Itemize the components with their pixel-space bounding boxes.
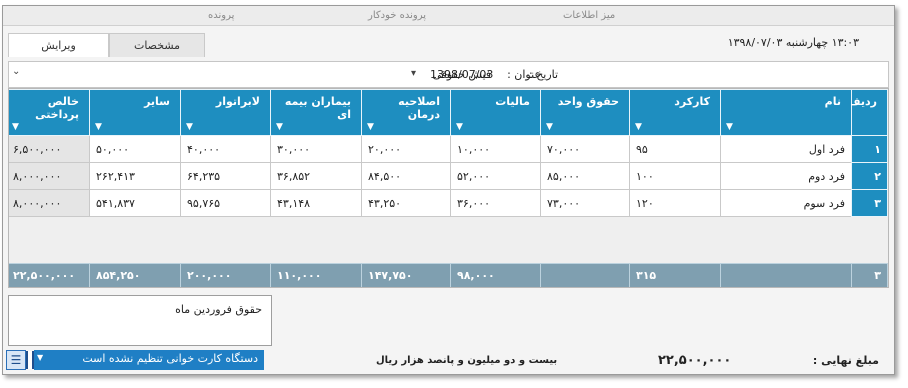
cell-name[interactable]: فرد دوم [720,162,852,190]
row-index: ۲ [851,162,888,190]
chevron-down-icon[interactable]: ⌄ [12,66,20,77]
cell-lab[interactable]: ۴۰,۰۰۰ [180,135,271,163]
cell-other[interactable]: ۵۰,۰۰۰ [89,135,181,163]
table-row[interactable]: ۱ فرد اول ۹۵ ۷۰,۰۰۰ ۱۰,۰۰۰ ۲۰,۰۰۰ ۳۰,۰۰۰… [9,135,888,163]
col-header-net-pay[interactable]: خالص پرداختی ▼ [9,89,90,136]
cell-name[interactable]: فرد اول [720,135,852,163]
chevron-down-icon[interactable]: ▼ [37,353,43,362]
date-dropdown-icon[interactable]: ▾ [411,68,416,79]
card-reader-status-text: دستگاه کارت خوانی تنظیم نشده است [82,352,258,365]
filter-icon[interactable]: ▼ [546,122,553,132]
cell-unit-salary[interactable]: ۷۰,۰۰۰ [540,135,630,163]
main-window: پرونده پرونده خودکار میز اطلاعات مشخصات … [2,5,895,375]
notes-textarea[interactable]: حقوق فروردین ماه [8,295,272,346]
menu-icon[interactable]: ☰ [6,350,26,370]
cell-name[interactable]: فرد سوم [720,189,852,217]
cell-insured-patients[interactable]: ۳۰,۰۰۰ [270,135,362,163]
card-reader-icon [26,351,34,369]
total-name [720,263,852,287]
filter-icon[interactable]: ▼ [367,122,374,132]
cell-net-pay: ۶,۵۰۰,۰۰۰ [9,135,90,163]
col-header-lab[interactable]: لابراتوار ▼ [180,89,271,136]
cell-tax[interactable]: ۱۰,۰۰۰ [450,135,541,163]
status-footer: مبلغ نهایی : ۲۲,۵۰۰,۰۰۰ بیست و دو میلیون… [3,350,894,372]
cell-treatment-adj[interactable]: ۸۴,۵۰۰ [361,162,451,190]
total-treatment-adj: ۱۴۷,۷۵۰ [361,263,451,287]
cell-treatment-adj[interactable]: ۴۳,۲۵۰ [361,189,451,217]
cell-net-pay: ۸,۰۰۰,۰۰۰ [9,189,90,217]
row-index: ۳ [851,189,888,217]
col-header-tax[interactable]: مالیات ▼ [450,89,541,136]
date-value[interactable]: 1398/07/03 [430,68,493,81]
col-header-workdays[interactable]: کارکرد ▼ [629,89,721,136]
row-index: ۱ [851,135,888,163]
top-tab-info-desk[interactable]: میز اطلاعات [563,10,615,21]
cell-workdays[interactable]: ۱۰۰ [629,162,721,190]
cell-tax[interactable]: ۵۲,۰۰۰ [450,162,541,190]
total-lab: ۲۰۰,۰۰۰ [180,263,271,287]
filter-icon[interactable]: ▼ [12,122,19,132]
tab-specs[interactable]: مشخصات [109,33,205,57]
salary-grid: ردیف نام ▼ کارکرد ▼ حقوق واحد ▼ مالیات ▼ اصل… [8,88,889,288]
empty-grid-area [9,217,888,263]
final-amount-value: ۲۲,۵۰۰,۰۰۰ [658,353,732,368]
col-header-name[interactable]: نام ▼ [720,89,852,136]
filter-icon[interactable]: ▼ [726,122,733,132]
table-row[interactable]: ۲ فرد دوم ۱۰۰ ۸۵,۰۰۰ ۵۲,۰۰۰ ۸۴,۵۰۰ ۳۶,۸۵… [9,162,888,190]
total-insured-patients: ۱۱۰,۰۰۰ [270,263,362,287]
top-tab-auto-case[interactable]: پرونده خودکار [368,10,426,21]
cell-unit-salary[interactable]: ۷۳,۰۰۰ [540,189,630,217]
filter-icon[interactable]: ▼ [635,122,642,132]
col-header-row-index[interactable]: ردیف [848,89,888,136]
cell-lab[interactable]: ۶۴,۲۳۵ [180,162,271,190]
total-workdays: ۳۱۵ [629,263,721,287]
table-row[interactable]: ۳ فرد سوم ۱۲۰ ۷۳,۰۰۰ ۳۶,۰۰۰ ۴۳,۲۵۰ ۴۳,۱۴… [9,189,888,217]
cell-lab[interactable]: ۹۵,۷۶۵ [180,189,271,217]
cell-workdays[interactable]: ۱۲۰ [629,189,721,217]
total-tax: ۹۸,۰۰۰ [450,263,541,287]
top-tab-strip: پرونده پرونده خودکار میز اطلاعات [3,6,894,26]
final-amount-label: مبلغ نهایی : [812,354,879,367]
cell-unit-salary[interactable]: ۸۵,۰۰۰ [540,162,630,190]
total-row-count: ۳ [851,263,888,287]
filter-icon[interactable]: ▼ [276,122,283,132]
col-header-treatment-adj[interactable]: اصلاحیه درمان ▼ [361,89,451,136]
slip-header-row: ⌄ عنوان : فیش حقوقی تاریخ : 1398/07/03 ▾ [8,61,889,88]
totals-row: ۳ ۳۱۵ ۹۸,۰۰۰ ۱۴۷,۷۵۰ ۱۱۰,۰۰۰ ۲۰۰,۰۰۰ ۸۵۴… [9,263,888,287]
table-header-row: ردیف نام ▼ کارکرد ▼ حقوق واحد ▼ مالیات ▼ اصل… [9,89,888,136]
salary-table: ردیف نام ▼ کارکرد ▼ حقوق واحد ▼ مالیات ▼ اصل… [9,89,888,217]
col-header-other[interactable]: سایر ▼ [89,89,181,136]
col-header-insured-patients[interactable]: بیماران بیمه ای ▼ [270,89,362,136]
clock-date: ۱۳:۰۳ چهارشنبه ۱۳۹۸/۰۷/۰۳ [727,36,859,49]
filter-icon[interactable]: ▼ [186,122,193,132]
cell-insured-patients[interactable]: ۴۳,۱۴۸ [270,189,362,217]
filter-icon[interactable]: ▼ [95,122,102,132]
amount-in-words: بیست و دو میلیون و پانصد هزار ریال [376,355,558,366]
tab-edit[interactable]: ویرایش [8,33,109,57]
cell-treatment-adj[interactable]: ۲۰,۰۰۰ [361,135,451,163]
cell-tax[interactable]: ۳۶,۰۰۰ [450,189,541,217]
total-unit-salary [540,263,630,287]
cell-net-pay: ۸,۰۰۰,۰۰۰ [9,162,90,190]
card-reader-status[interactable]: دستگاه کارت خوانی تنظیم نشده است ▼ [34,350,264,370]
top-tab-case[interactable]: پرونده [208,10,234,21]
filter-icon[interactable]: ▼ [456,122,463,132]
cell-insured-patients[interactable]: ۳۶,۸۵۲ [270,162,362,190]
date-label: تاریخ : [529,68,559,81]
cell-other[interactable]: ۲۶۲,۴۱۳ [89,162,181,190]
col-header-unit-salary[interactable]: حقوق واحد ▼ [540,89,630,136]
cell-other[interactable]: ۵۴۱,۸۳۷ [89,189,181,217]
total-other: ۸۵۴,۲۵۰ [89,263,181,287]
cell-workdays[interactable]: ۹۵ [629,135,721,163]
total-net-pay: ۲۲,۵۰۰,۰۰۰ [9,263,90,287]
